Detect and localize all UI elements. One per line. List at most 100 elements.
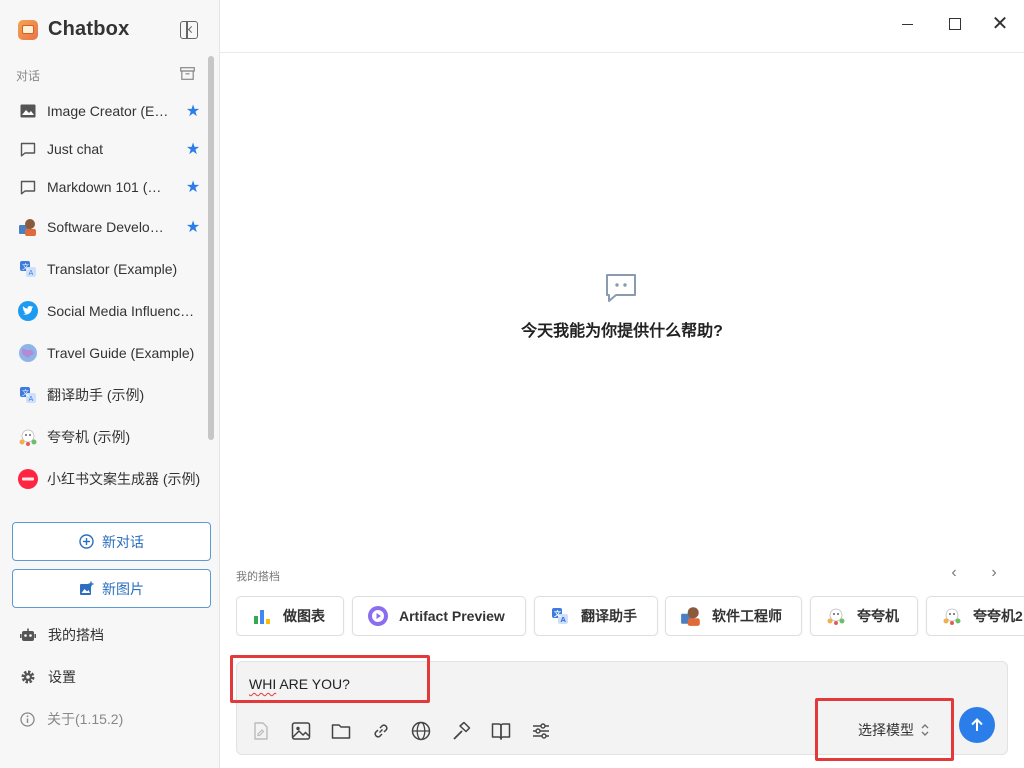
link-icon[interactable]: [370, 720, 392, 742]
developer-avatar-icon: [18, 217, 38, 237]
copilot-card[interactable]: 夸夸机: [810, 596, 918, 636]
chevron-right-icon[interactable]: ›: [985, 564, 1003, 582]
star-icon[interactable]: ★: [184, 101, 202, 121]
plus-circle-icon: [79, 534, 94, 549]
conversation-title: Travel Guide (Example): [47, 345, 195, 361]
play-circle-icon: [367, 605, 389, 627]
chatbox-logo-icon: [18, 19, 38, 40]
book-icon[interactable]: [490, 720, 512, 742]
developer-avatar-icon: [680, 605, 702, 627]
conversation-item[interactable]: Image Creator (E… ★: [8, 92, 206, 130]
settings-link[interactable]: 设置: [20, 667, 76, 687]
copilot-name: 翻译助手: [581, 608, 637, 624]
archive-icon[interactable]: [180, 67, 195, 80]
conversation-item[interactable]: 文A 翻译助手 (示例): [8, 374, 206, 416]
copilot-carousel: 做图表 Artifact Preview 文A 翻译助手 软件工程师 夸夸机 夸…: [236, 596, 1024, 636]
empty-state-prompt: 今天我能为你提供什么帮助?: [521, 323, 723, 340]
cheer-mascot-icon: [825, 605, 847, 627]
globe-icon: [18, 343, 38, 363]
copilot-card[interactable]: 夸夸机2: [926, 596, 1024, 636]
svg-text:A: A: [29, 269, 34, 277]
star-icon[interactable]: ★: [184, 177, 202, 197]
conversation-title: Translator (Example): [47, 261, 178, 277]
folder-icon[interactable]: [330, 720, 352, 742]
conversation-item[interactable]: Just chat ★: [8, 130, 206, 168]
my-copilots-link[interactable]: 我的搭档: [20, 625, 104, 645]
add-photo-icon: [80, 581, 94, 595]
copilot-name: 夸夸机: [857, 608, 899, 624]
arrow-up-icon: [971, 718, 983, 731]
image-icon[interactable]: [290, 720, 312, 742]
chat-bubble-dots-icon: [606, 274, 636, 302]
conversation-list: Image Creator (E… ★ Just chat ★ Markdown…: [8, 92, 206, 500]
svg-text:A: A: [561, 616, 567, 624]
conversation-title: Software Develo…: [47, 219, 164, 235]
conversation-title: Image Creator (E…: [47, 103, 169, 119]
translate-icon: 文A: [549, 605, 571, 627]
info-icon: [20, 711, 35, 727]
header-divider: [220, 52, 1024, 53]
gear-icon: [21, 670, 35, 684]
conversation-item[interactable]: 小红书文案生成器 (示例): [8, 458, 206, 500]
twitter-bird-icon: [18, 301, 38, 321]
svg-text:A: A: [29, 395, 34, 403]
new-image-button[interactable]: 新图片: [12, 569, 211, 608]
xiaohongshu-logo-icon: [18, 469, 38, 489]
hammer-icon[interactable]: [450, 720, 472, 742]
image-icon: [18, 101, 38, 121]
copilot-card[interactable]: 做图表: [236, 596, 344, 636]
conversation-item[interactable]: Software Develo… ★: [8, 206, 206, 248]
conversation-title: Social Media Influenc…: [47, 303, 195, 319]
collapse-sidebar-icon[interactable]: [180, 21, 198, 39]
conversation-item[interactable]: Markdown 101 (… ★: [8, 168, 206, 206]
about-label: 关于(1.15.2): [47, 711, 124, 727]
cheer-mascot-icon: [941, 605, 963, 627]
globe-icon[interactable]: [410, 720, 432, 742]
about-link[interactable]: 关于(1.15.2): [20, 709, 123, 729]
chevron-left-icon[interactable]: ‹: [945, 564, 963, 582]
robot-icon: [20, 628, 36, 641]
copilots-section-label: 我的搭档: [236, 571, 280, 583]
conversation-title: Just chat: [47, 141, 104, 157]
brand: Chatbox: [18, 18, 129, 41]
send-button[interactable]: [959, 707, 995, 743]
annotation-highlight-input: [230, 655, 430, 703]
conversation-item[interactable]: Travel Guide (Example): [8, 332, 206, 374]
cheer-mascot-icon: [18, 427, 38, 447]
new-image-label: 新图片: [102, 580, 144, 597]
copilot-card[interactable]: 文A 翻译助手: [534, 596, 658, 636]
translate-icon: 文A: [18, 259, 38, 279]
star-icon[interactable]: ★: [184, 217, 202, 237]
conversation-item[interactable]: Social Media Influenc…: [8, 290, 206, 332]
copilot-name: 软件工程师: [712, 608, 782, 624]
copilot-card[interactable]: Artifact Preview: [352, 596, 526, 636]
star-icon[interactable]: ★: [184, 139, 202, 159]
sliders-icon[interactable]: [530, 720, 552, 742]
copilot-card[interactable]: 软件工程师: [665, 596, 802, 636]
bar-chart-icon: [251, 605, 273, 627]
conversation-item[interactable]: 夸夸机 (示例): [8, 416, 206, 458]
conversation-title: 小红书文案生成器 (示例): [47, 471, 201, 487]
translate-icon: 文A: [18, 385, 38, 405]
maximize-window-icon[interactable]: [944, 14, 964, 34]
settings-label: 设置: [48, 669, 76, 685]
conversation-item[interactable]: 文A Translator (Example): [8, 248, 206, 290]
attach-file-icon[interactable]: [250, 720, 272, 742]
sidebar: Chatbox 对话 Image Creator (E… ★ Just chat: [0, 0, 220, 768]
new-chat-button[interactable]: 新对话: [12, 522, 211, 561]
conversation-title: 夸夸机 (示例): [47, 429, 131, 445]
copilot-name: 做图表: [283, 608, 325, 624]
app-name: Chatbox: [48, 18, 130, 40]
close-window-icon[interactable]: ✕: [990, 14, 1010, 34]
chat-bubble-icon: [18, 177, 38, 197]
my-copilots-label: 我的搭档: [48, 627, 104, 643]
app-window: Chatbox 对话 Image Creator (E… ★ Just chat: [0, 0, 1024, 768]
minimize-window-icon[interactable]: [898, 14, 918, 34]
conversation-title: 翻译助手 (示例): [47, 387, 145, 403]
sidebar-scrollbar[interactable]: [208, 56, 214, 440]
copilot-name: 夸夸机2: [973, 608, 1023, 624]
chat-bubble-icon: [18, 139, 38, 159]
new-chat-label: 新对话: [102, 533, 144, 550]
annotation-highlight-model: [815, 698, 954, 761]
copilot-name: Artifact Preview: [399, 608, 505, 624]
